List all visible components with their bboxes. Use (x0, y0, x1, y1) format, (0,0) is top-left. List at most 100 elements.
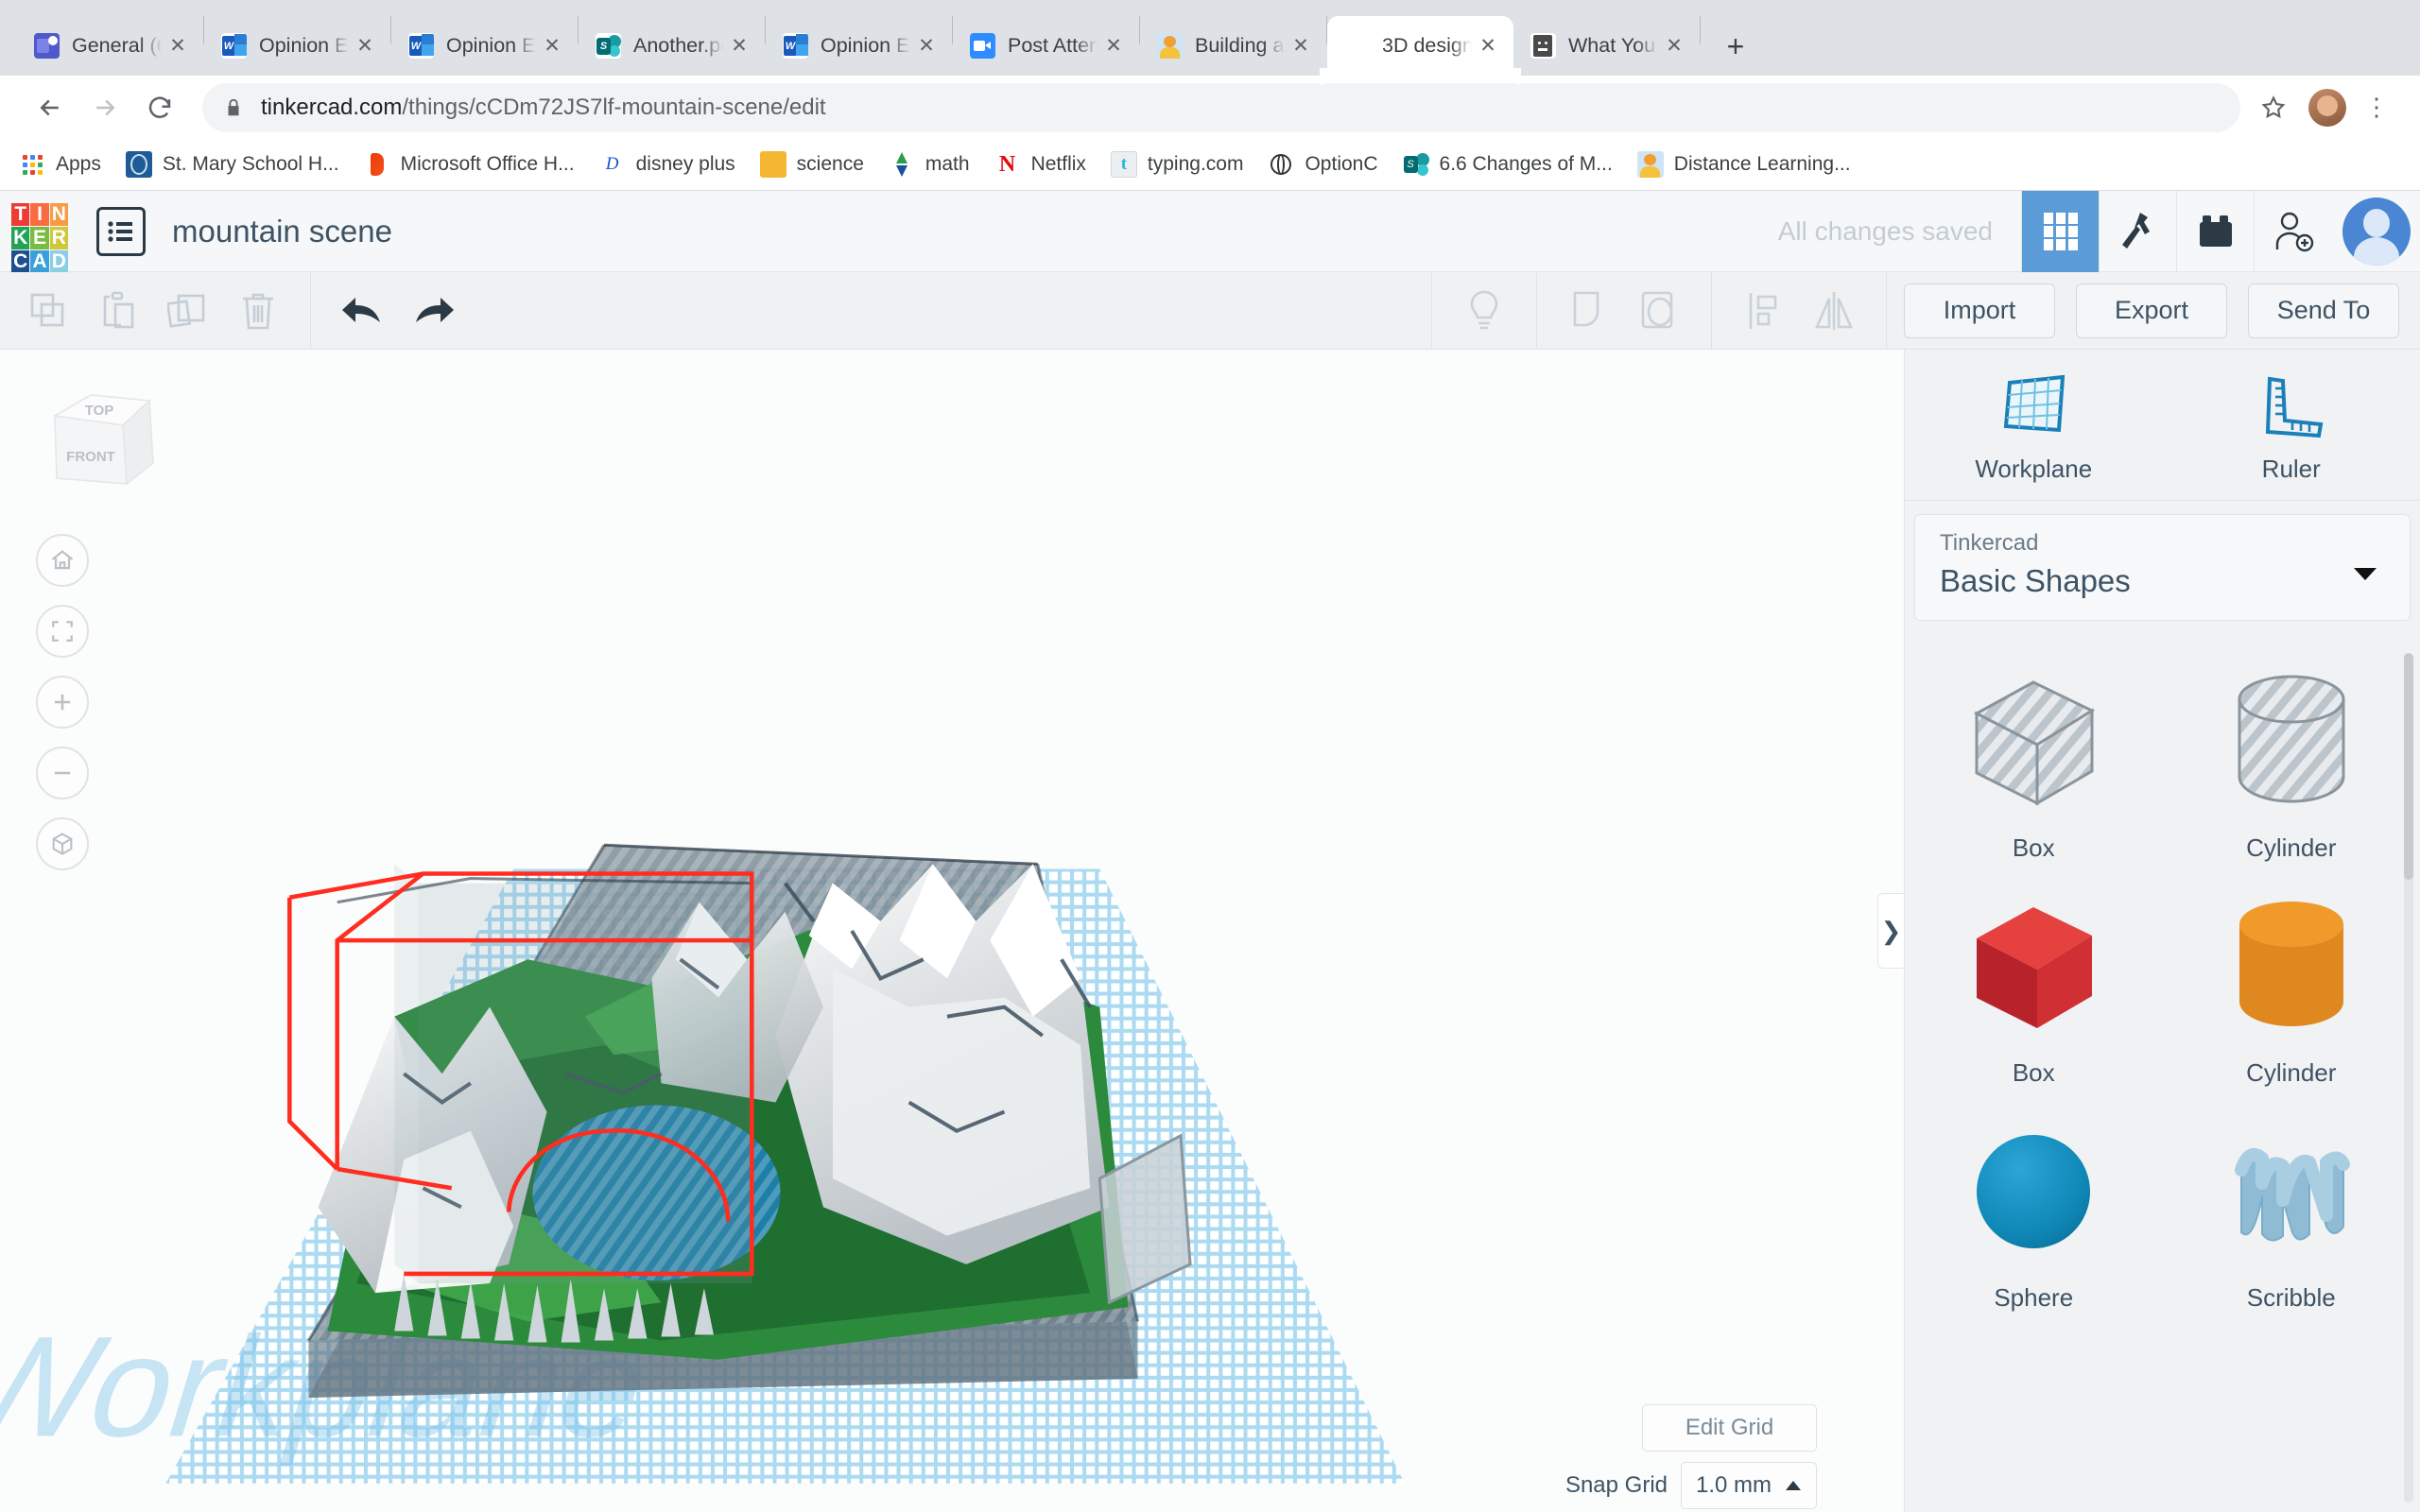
browser-tab-active[interactable]: 3D design m ✕ (1327, 16, 1513, 76)
apps-grid-icon (19, 151, 45, 178)
view-cube[interactable]: TOP FRONT (36, 387, 164, 501)
mirror-icon[interactable] (1799, 272, 1869, 350)
tab-close-icon[interactable]: ✕ (725, 34, 753, 58)
home-icon[interactable] (36, 534, 89, 587)
view-cube-top-label: TOP (85, 403, 114, 419)
library-dropdown[interactable]: Tinkercad Basic Shapes (1914, 514, 2411, 621)
pickaxe-icon[interactable] (2099, 190, 2176, 272)
edit-grid-button[interactable]: Edit Grid (1642, 1404, 1817, 1452)
bookmark-item[interactable]: N Netflix (994, 151, 1086, 178)
fit-view-icon[interactable] (36, 605, 89, 658)
snap-grid-select[interactable]: 1.0 mm (1681, 1462, 1817, 1509)
shape-item-sphere[interactable]: Sphere (1905, 1095, 2163, 1313)
bookmark-item[interactable]: St. Mary School H... (125, 151, 339, 178)
tab-close-icon[interactable]: ✕ (912, 34, 941, 58)
design-list-icon[interactable] (96, 206, 146, 256)
bookmark-item[interactable]: t typing.com (1110, 151, 1244, 178)
delete-icon[interactable] (223, 272, 293, 350)
shape-item-cylinder-hole[interactable]: Cylinder (2163, 645, 2420, 863)
align-icon[interactable] (1729, 272, 1799, 350)
bookmark-item[interactable]: Microsoft Office H... (363, 151, 575, 178)
browser-tab[interactable]: Building a 3 ✕ (1140, 16, 1326, 76)
tab-close-icon[interactable]: ✕ (1660, 34, 1688, 58)
bookmark-item[interactable]: OptionC (1268, 151, 1378, 178)
bookmark-item[interactable]: science (759, 151, 864, 178)
bookmark-item[interactable]: Distance Learning... (1636, 151, 1851, 178)
workplane-tool[interactable]: Workplane (1944, 373, 2123, 484)
shape-item-box-red[interactable]: Box (1905, 870, 2163, 1088)
tab-close-icon[interactable]: ✕ (1287, 34, 1315, 58)
bookmark-label: typing.com (1147, 153, 1244, 175)
reload-icon[interactable] (132, 80, 187, 135)
office-icon (363, 151, 390, 178)
selected-hole-box[interactable] (337, 864, 752, 1284)
tinkercad-logo-icon[interactable]: T I N K E R C A D (11, 202, 68, 273)
shapes-list[interactable]: Box Cylinder Box Cylinder Sphere Scribbl… (1905, 621, 2420, 1512)
tab-close-icon[interactable]: ✕ (164, 34, 192, 58)
tab-close-icon[interactable]: ✕ (351, 34, 379, 58)
add-person-icon[interactable] (2254, 190, 2331, 272)
panel-collapse-toggle[interactable]: ❯ (1877, 893, 1904, 969)
paste-icon[interactable] (83, 272, 153, 350)
ortho-toggle-icon[interactable] (36, 817, 89, 870)
user-avatar[interactable] (2342, 197, 2411, 266)
workplane-label: Workplane (1975, 455, 2093, 483)
ruler-label: Ruler (2261, 455, 2321, 483)
tab-close-icon[interactable]: ✕ (1099, 34, 1128, 58)
zoom-out-icon[interactable] (36, 747, 89, 799)
grid-icon[interactable] (2021, 190, 2099, 272)
bookmark-item[interactable]: D disney plus (598, 151, 735, 178)
workplane-icon (2004, 374, 2066, 433)
group-icon[interactable] (1554, 272, 1624, 350)
logo-tile: I (30, 202, 49, 226)
bookmark-apps[interactable]: Apps (19, 151, 101, 178)
scribble-blue-icon (2221, 1121, 2362, 1263)
3d-scene[interactable]: Workplane (0, 350, 1904, 1512)
browser-tab[interactable]: What You N ✕ (1513, 16, 1700, 76)
3d-viewport[interactable]: Workplane (0, 350, 1904, 1512)
bookmark-item[interactable]: math (888, 151, 970, 178)
shape-label: Scribble (2246, 1283, 2336, 1312)
send-to-button[interactable]: Send To (2248, 283, 2399, 338)
bookmark-item[interactable]: S 6.6 Changes of M... (1402, 151, 1613, 178)
ruler-tool[interactable]: Ruler (2202, 373, 2381, 484)
copy-icon[interactable] (13, 272, 83, 350)
browser-tab[interactable]: W Opinion Ess ✕ (204, 16, 390, 76)
duplicate-icon[interactable] (153, 272, 223, 350)
back-icon[interactable] (23, 80, 78, 135)
browser-tab[interactable]: S Another.pdf ✕ (579, 16, 765, 76)
forward-icon[interactable] (78, 80, 132, 135)
design-title[interactable]: mountain scene (172, 214, 392, 249)
zoom-in-icon[interactable] (36, 676, 89, 729)
browser-tab[interactable]: General (6P ✕ (17, 16, 203, 76)
tab-close-icon[interactable]: ✕ (538, 34, 566, 58)
person-icon (1636, 151, 1664, 178)
undo-icon[interactable] (328, 272, 398, 350)
browser-window: General (6P ✕ W Opinion Ess ✕ W Opinion … (0, 0, 2420, 1512)
save-status: All changes saved (1777, 215, 1993, 246)
browser-tab[interactable]: W Opinion Ess ✕ (766, 16, 952, 76)
shape-item-box-hole[interactable]: Box (1905, 645, 2163, 863)
browser-tab[interactable]: Post Attend ✕ (953, 16, 1139, 76)
ungroup-icon[interactable] (1624, 272, 1694, 350)
bookmark-star-icon[interactable] (2248, 94, 2299, 121)
browser-tab[interactable]: W Opinion Ess ✕ (391, 16, 578, 76)
tab-close-icon[interactable]: ✕ (1474, 34, 1502, 58)
bookmark-label: Apps (56, 153, 101, 175)
optionc-icon (1268, 151, 1295, 178)
address-bar[interactable]: tinkercad.com/things/cCDm72JS7lf-mountai… (202, 82, 2240, 132)
import-button[interactable]: Import (1904, 283, 2055, 338)
brick-icon[interactable] (2176, 190, 2254, 272)
shape-item-scribble[interactable]: Scribble (2163, 1095, 2420, 1313)
chevron-down-icon[interactable] (2353, 566, 2377, 586)
export-button[interactable]: Export (2076, 283, 2227, 338)
redo-icon[interactable] (398, 272, 468, 350)
tab-label: What You N (1568, 34, 1660, 57)
new-tab-button[interactable]: + (1714, 25, 1757, 68)
profile-avatar[interactable] (2308, 88, 2346, 127)
chrome-menu-icon[interactable]: ⋮ (2356, 93, 2397, 122)
shape-item-cylinder-orange[interactable]: Cylinder (2163, 870, 2420, 1088)
box-red-icon (1958, 896, 2109, 1038)
panel-scrollbar-thumb[interactable] (2404, 653, 2413, 880)
light-icon[interactable] (1449, 272, 1519, 350)
